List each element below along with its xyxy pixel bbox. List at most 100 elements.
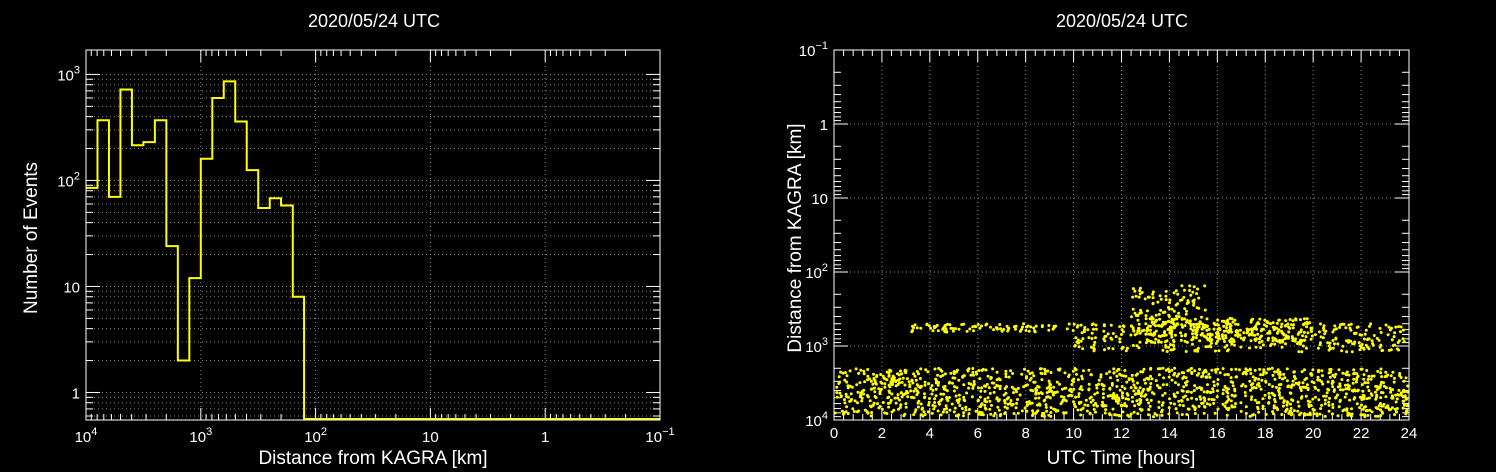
scatter-point	[1167, 375, 1171, 379]
scatter-point	[1141, 370, 1145, 374]
scatter-point	[1170, 307, 1174, 311]
scatter-point	[1315, 412, 1319, 416]
scatter-point	[1352, 377, 1356, 381]
scatter-point	[1245, 331, 1249, 335]
scatter-point	[1327, 403, 1331, 407]
scatter-point	[1305, 317, 1309, 321]
scatter-point	[1276, 368, 1280, 372]
scatter-point	[1112, 394, 1116, 398]
scatter-point	[852, 410, 856, 413]
scatter-point	[1338, 400, 1342, 403]
scatter-point	[1244, 411, 1248, 415]
scatter-point	[1160, 413, 1164, 417]
scatter-point	[1397, 348, 1400, 352]
scatter-point	[1036, 409, 1040, 413]
scatter-point	[1094, 410, 1097, 414]
scatter-point	[927, 324, 931, 328]
scatter-point	[923, 413, 927, 416]
scatter-point	[888, 385, 892, 389]
scatter-point	[870, 387, 874, 391]
scatter-point	[1042, 414, 1046, 418]
scatter-point	[1321, 382, 1325, 386]
scatter-point	[1180, 298, 1184, 302]
scatter-point	[1172, 340, 1176, 344]
scatter-point	[1085, 409, 1089, 413]
scatter-point	[1199, 333, 1203, 337]
scatter-point	[1318, 343, 1322, 347]
scatter-point	[1301, 334, 1305, 338]
scatter-point	[984, 407, 988, 411]
scatter-point	[887, 389, 891, 393]
scatter-point	[1402, 403, 1406, 407]
scatter-point	[1316, 375, 1320, 379]
scatter-point	[1092, 347, 1096, 351]
scatter-point	[945, 410, 949, 414]
scatter-point	[942, 392, 946, 396]
scatter-point	[1214, 349, 1217, 353]
scatter-point	[1331, 339, 1335, 342]
scatter-point	[943, 324, 947, 328]
scatter-point	[1211, 390, 1215, 394]
scatter-point	[1180, 413, 1184, 416]
scatter-point	[1318, 378, 1322, 382]
scatter-point	[1073, 344, 1077, 348]
scatter-point	[1209, 339, 1213, 343]
scatter-point	[1136, 318, 1140, 322]
scatter-point	[1303, 378, 1307, 382]
scatter-point	[1081, 337, 1085, 341]
scatter-x-tick-label: 22	[1353, 425, 1370, 442]
scatter-point	[1389, 374, 1393, 378]
scatter-point	[1296, 382, 1300, 385]
scatter-point	[988, 407, 992, 411]
scatter-point	[1171, 320, 1175, 324]
scatter-point	[1089, 373, 1093, 377]
scatter-point	[1258, 337, 1261, 341]
scatter-point	[1238, 368, 1241, 372]
scatter-point	[1131, 307, 1135, 311]
scatter-point	[1157, 400, 1161, 404]
scatter-point	[1328, 368, 1332, 371]
scatter-point	[974, 409, 978, 413]
scatter-point	[916, 405, 920, 409]
scatter-point	[1049, 414, 1053, 418]
scatter-point	[1025, 409, 1029, 413]
scatter-point	[1170, 335, 1174, 339]
scatter-point	[1184, 333, 1188, 336]
scatter-point	[1401, 337, 1405, 341]
scatter-point	[862, 372, 866, 376]
scatter-point	[962, 322, 966, 326]
scatter-point	[1254, 376, 1258, 380]
scatter-point	[1302, 317, 1306, 321]
scatter-point	[1270, 342, 1274, 346]
scatter-point	[1341, 344, 1345, 348]
scatter-point	[1217, 349, 1221, 353]
scatter-point	[1367, 374, 1371, 378]
scatter-point	[927, 403, 931, 407]
scatter-point	[1271, 412, 1275, 416]
scatter-point	[1207, 327, 1211, 331]
scatter-point	[930, 392, 934, 396]
scatter-point	[1025, 400, 1029, 404]
scatter-point	[1193, 317, 1197, 321]
scatter-point	[978, 395, 982, 399]
scatter-point	[1023, 406, 1027, 410]
scatter-point	[893, 396, 897, 400]
scatter-point	[1344, 387, 1348, 391]
scatter-point	[972, 380, 976, 383]
scatter-point	[1376, 414, 1380, 418]
scatter-point	[1145, 376, 1149, 380]
scatter-point	[1244, 384, 1248, 388]
scatter-point	[1393, 413, 1397, 417]
scatter-point	[939, 392, 943, 396]
scatter-point	[965, 391, 969, 395]
scatter-point	[1130, 315, 1133, 319]
scatter-point	[967, 408, 971, 411]
scatter-point	[1152, 415, 1155, 419]
scatter-point	[1186, 398, 1190, 401]
scatter-point	[1243, 391, 1247, 394]
scatter-point	[957, 327, 961, 331]
scatter-point	[835, 385, 839, 389]
scatter-point	[1336, 414, 1340, 418]
scatter-point	[1138, 331, 1142, 335]
scatter-point	[894, 401, 898, 405]
